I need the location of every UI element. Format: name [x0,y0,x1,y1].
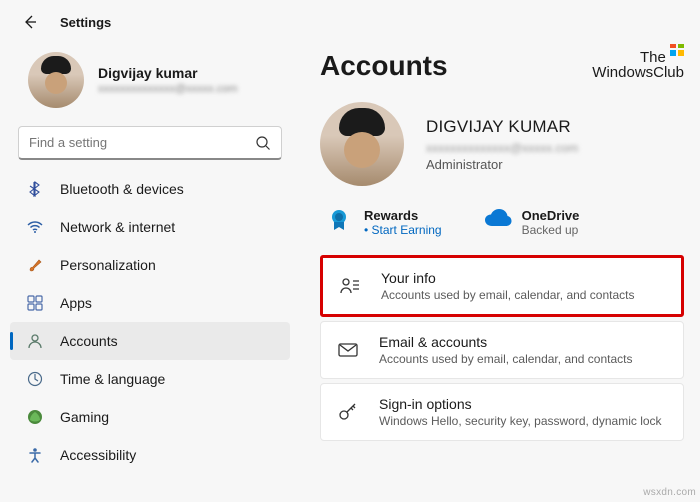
title-bar: Settings [0,0,700,44]
sidebar: Digvijay kumar xxxxxxxxxxxxxx@xxxxx.com … [0,44,300,502]
card-email-accounts[interactable]: Email & accounts Accounts used by email,… [320,321,684,379]
card-your-info[interactable]: Your info Accounts used by email, calend… [320,255,684,317]
settings-cards: Your info Accounts used by email, calend… [320,255,684,441]
card-title: Email & accounts [379,334,632,350]
sidebar-item-label: Accessibility [60,447,136,463]
apps-icon [26,294,44,312]
profile-block[interactable]: Digvijay kumar xxxxxxxxxxxxxx@xxxxx.com [10,44,290,122]
sidebar-item-label: Apps [60,295,92,311]
sidebar-item-network[interactable]: Network & internet [10,208,290,246]
wifi-icon [26,218,44,236]
status-tiles: Rewards Start Earning OneDrive Backed up [326,208,684,237]
tile-rewards[interactable]: Rewards Start Earning [326,208,442,237]
account-email: xxxxxxxxxxxxxx@xxxxx.com [426,141,578,155]
profile-email: xxxxxxxxxxxxxx@xxxxx.com [98,83,238,95]
sidebar-item-accounts[interactable]: Accounts [10,322,290,360]
nav-list: Bluetooth & devices Network & internet P… [10,166,290,474]
sidebar-item-personalization[interactable]: Personalization [10,246,290,284]
search-input[interactable] [29,135,255,150]
watermark: wsxdn.com [643,487,696,498]
tile-subtitle: Backed up [522,223,580,237]
tile-title: OneDrive [522,208,580,223]
back-button[interactable] [18,10,42,34]
clock-globe-icon [26,370,44,388]
account-header: DIGVIJAY KUMAR xxxxxxxxxxxxxx@xxxxx.com … [320,102,684,186]
rewards-icon [326,208,352,234]
card-title: Sign-in options [379,396,662,412]
sidebar-item-label: Bluetooth & devices [60,181,184,197]
content-pane: Accounts The WindowsClub DIGVIJAY KUMAR … [300,44,700,502]
sidebar-item-apps[interactable]: Apps [10,284,290,322]
arrow-left-icon [22,14,38,30]
tile-subtitle: Start Earning [364,223,442,237]
account-display-name: DIGVIJAY KUMAR [426,117,578,137]
sidebar-item-bluetooth[interactable]: Bluetooth & devices [10,170,290,208]
mail-icon [337,339,359,361]
onedrive-icon [484,208,510,234]
sidebar-item-label: Time & language [60,371,165,387]
account-role: Administrator [426,157,578,172]
sidebar-item-label: Accounts [60,333,118,349]
your-info-icon [339,275,361,297]
windows-flag-icon [670,44,684,56]
sidebar-item-gaming[interactable]: Gaming [10,398,290,436]
key-icon [337,401,359,423]
gaming-icon [26,408,44,426]
paintbrush-icon [26,256,44,274]
window-title: Settings [60,15,111,30]
search-icon [255,135,271,151]
bluetooth-icon [26,180,44,198]
sidebar-item-label: Personalization [60,257,156,273]
card-subtitle: Windows Hello, security key, password, d… [379,414,662,428]
sidebar-item-label: Gaming [60,409,109,425]
card-title: Your info [381,270,634,286]
avatar [28,52,84,108]
search-input-wrap[interactable] [18,126,282,160]
person-icon [26,332,44,350]
card-subtitle: Accounts used by email, calendar, and co… [379,352,632,366]
sidebar-item-time-language[interactable]: Time & language [10,360,290,398]
avatar-large [320,102,404,186]
profile-name: Digvijay kumar [98,65,238,81]
card-subtitle: Accounts used by email, calendar, and co… [381,288,634,302]
sidebar-item-label: Network & internet [60,219,175,235]
sidebar-item-accessibility[interactable]: Accessibility [10,436,290,474]
main-area: Digvijay kumar xxxxxxxxxxxxxx@xxxxx.com … [0,44,700,502]
page-title: Accounts [320,50,448,82]
tile-title: Rewards [364,208,442,223]
brand-logo: The WindowsClub [592,50,684,80]
tile-onedrive[interactable]: OneDrive Backed up [484,208,580,237]
card-sign-in-options[interactable]: Sign-in options Windows Hello, security … [320,383,684,441]
accessibility-icon [26,446,44,464]
